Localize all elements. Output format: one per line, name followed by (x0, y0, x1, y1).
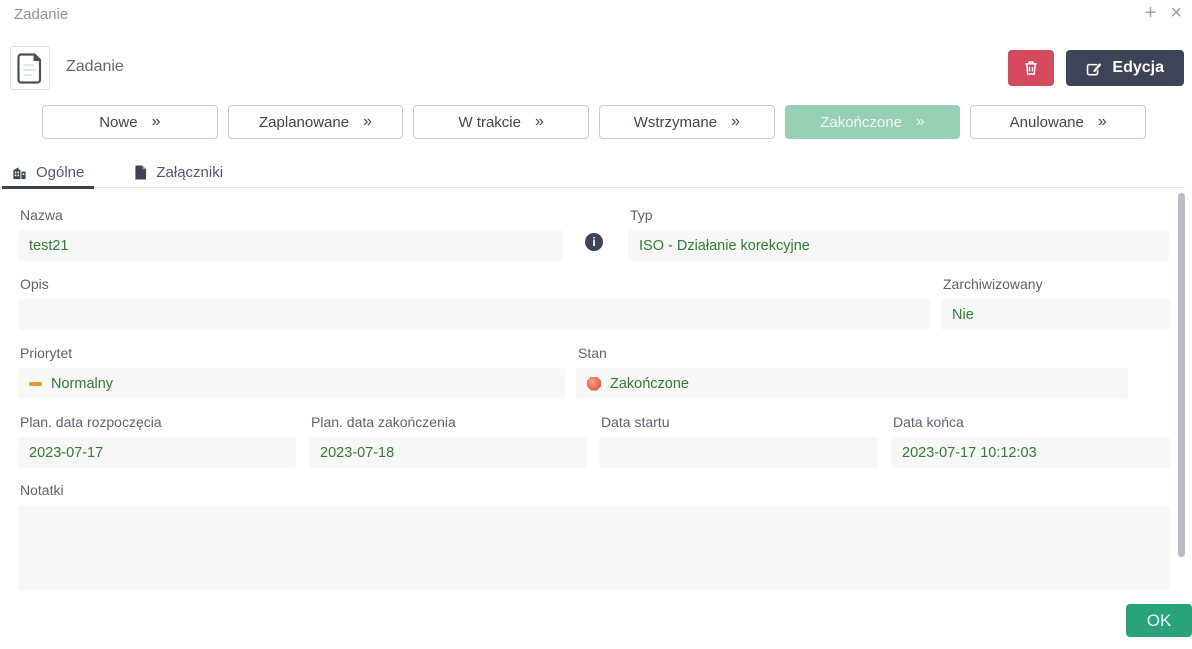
file-icon (134, 165, 147, 180)
chevron-right-icon: » (363, 113, 372, 131)
stop-octagon-icon (587, 377, 601, 391)
chevron-right-icon: » (535, 113, 544, 131)
chevron-right-icon: » (152, 113, 161, 131)
chevron-right-icon: » (1098, 113, 1107, 131)
field-plan-data-zakonczenia: 2023-07-18 (309, 437, 587, 468)
chevron-right-icon: » (731, 113, 740, 131)
building-icon (12, 165, 27, 180)
field-label-nazwa: Nazwa (20, 207, 563, 223)
field-label-typ: Typ (630, 207, 1169, 223)
tabbar: Ogólne Załączniki (0, 158, 1185, 188)
vertical-scrollbar[interactable] (1178, 193, 1185, 557)
task-window: Zadanie + × Zadanie (0, 0, 1192, 649)
state-button-w-trakcie[interactable]: W trakcie » (413, 105, 589, 139)
entity-header: Zadanie (0, 45, 1192, 91)
delete-button[interactable] (1008, 50, 1054, 86)
state-button-wstrzymane[interactable]: Wstrzymane » (599, 105, 775, 139)
field-label-priorytet: Priorytet (20, 345, 565, 361)
chevron-right-icon: » (916, 113, 925, 131)
state-button-nowe[interactable]: Nowe » (42, 105, 218, 139)
field-label-plan-data-rozpoczecia: Plan. data rozpoczęcia (20, 414, 296, 430)
document-icon (10, 46, 50, 90)
field-zarchiwizowany: Nie (941, 299, 1170, 330)
close-icon[interactable]: × (1170, 2, 1182, 24)
state-button-zakonczone[interactable]: Zakończone » (785, 105, 961, 139)
entity-title: Zadanie (66, 58, 124, 76)
field-label-plan-data-zakonczenia: Plan. data zakończenia (311, 414, 587, 430)
field-label-zarchiwizowany: Zarchiwizowany (943, 276, 1170, 292)
field-label-data-startu: Data startu (601, 414, 878, 430)
plus-icon[interactable]: + (1145, 2, 1157, 24)
state-button-zaplanowane[interactable]: Zaplanowane » (228, 105, 404, 139)
ok-button[interactable]: OK (1126, 604, 1192, 637)
tab-label: Załączniki (156, 164, 223, 181)
workflow-states: Nowe » Zaplanowane » W trakcie » Wstrzym… (42, 105, 1146, 139)
general-form: Nazwa test21 Typ ISO - Działanie korekcy… (0, 190, 1192, 649)
trash-icon (1022, 59, 1040, 77)
pencil-icon (1086, 60, 1103, 77)
field-typ: ISO - Działanie korekcyjne (628, 230, 1169, 261)
edit-button[interactable]: Edycja (1066, 50, 1184, 86)
tab-label: Ogólne (36, 164, 84, 181)
tab-ogolne[interactable]: Ogólne (8, 158, 88, 187)
field-label-notatki: Notatki (20, 482, 1170, 498)
field-label-opis: Opis (20, 276, 930, 292)
state-button-anulowane[interactable]: Anulowane » (970, 105, 1146, 139)
priority-dash-icon (29, 382, 42, 386)
field-nazwa: test21 (18, 230, 563, 261)
window-titlebar: Zadanie + × (0, 0, 1192, 30)
window-title: Zadanie (14, 6, 68, 23)
info-icon[interactable]: i (585, 233, 603, 251)
field-priorytet: Normalny (18, 368, 565, 399)
field-label-data-konca: Data końca (893, 414, 1170, 430)
field-opis (18, 299, 930, 330)
field-stan: Zakończone (576, 368, 1128, 399)
field-data-konca: 2023-07-17 10:12:03 (891, 437, 1170, 468)
field-notatki (18, 505, 1170, 591)
field-data-startu (599, 437, 878, 468)
edit-button-label: Edycja (1112, 59, 1164, 77)
tab-zalaczniki[interactable]: Załączniki (130, 158, 227, 187)
field-plan-data-rozpoczecia: 2023-07-17 (18, 437, 296, 468)
field-label-stan: Stan (578, 345, 1128, 361)
